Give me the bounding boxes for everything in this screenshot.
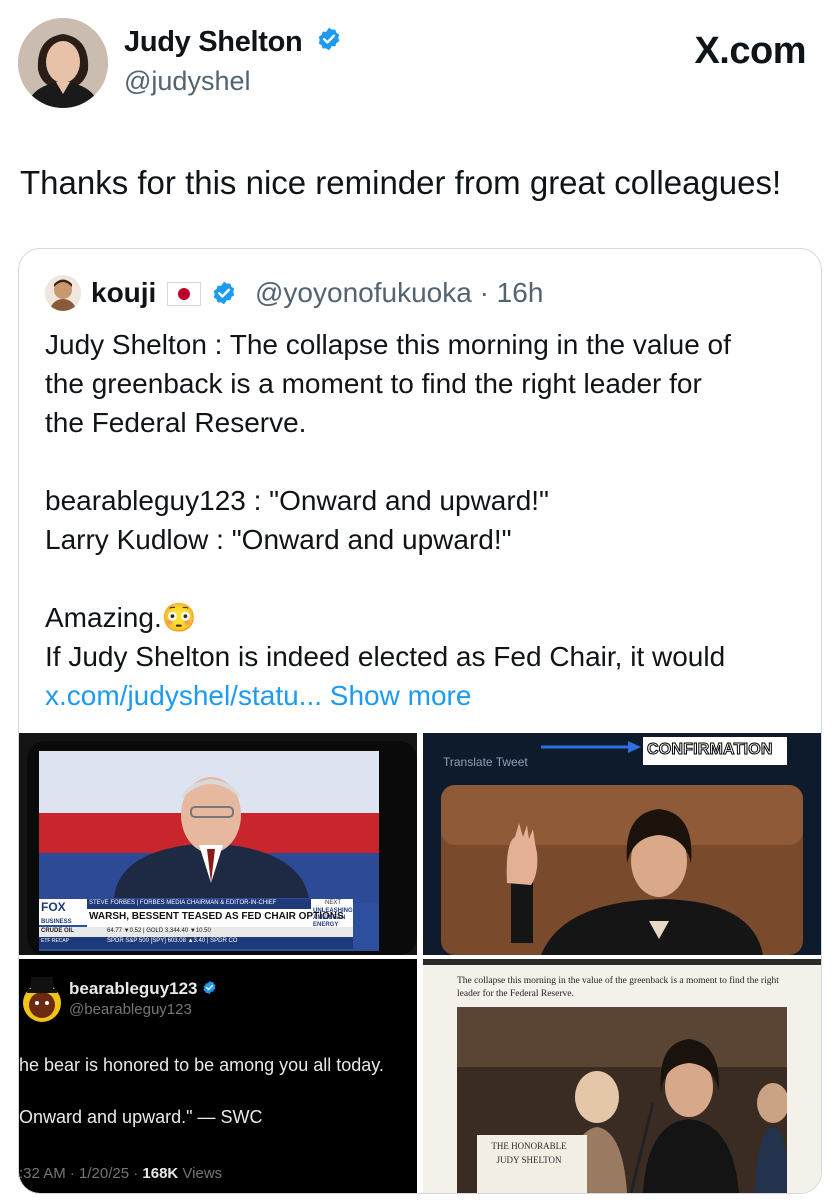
- flushed-emoji-icon: 😳: [161, 602, 197, 633]
- quote-line-amazing: Amazing.😳: [45, 598, 805, 637]
- tv-ticker-values: 64.77 ▼0.52 | GOLD 3,344.40 ▼10.50: [107, 928, 211, 934]
- quote-avatar[interactable]: [45, 275, 81, 311]
- author-handle[interactable]: @judyshel: [124, 66, 250, 97]
- bear-post-time: :32 AM · 1/20/25 ·: [19, 1165, 143, 1182]
- quote-line: the greenback is a moment to find the ri…: [45, 368, 702, 399]
- quote-author-handle[interactable]: @yoyonofukuoka: [255, 277, 472, 308]
- bear-post-name: bearableguy123: [69, 979, 217, 1000]
- tv-ticker-left: CRUDE OIL: [41, 928, 74, 934]
- quote-meta: @yoyonofukuoka · 16h: [255, 277, 543, 309]
- quote-line: Judy Shelton : The collapse this morning…: [45, 329, 731, 360]
- tv-network: FOX: [41, 900, 66, 914]
- media-bear-post-screenshot[interactable]: bearableguy123 @bearableguy123 he bear i…: [19, 959, 417, 1193]
- media-article-screenshot[interactable]: The collapse this morning in the value o…: [423, 959, 821, 1193]
- quoted-tweet-card[interactable]: kouji @yoyonofukuoka · 16h Judy Shelton …: [18, 248, 822, 1194]
- tv-ticker-name: STEVE FORBES | FORBES MEDIA CHAIRMAN & E…: [89, 900, 277, 906]
- nameplate: THE HONORABLE JUDY SHELTON: [479, 1139, 579, 1167]
- quote-author-name[interactable]: kouji: [91, 277, 156, 309]
- quote-line: the Federal Reserve.: [45, 407, 307, 438]
- tv-ticker-left-sub: ETF RECAP: [41, 938, 70, 944]
- nameplate-line2: JUDY SHELTON: [496, 1155, 562, 1165]
- tweet-text: Thanks for this nice reminder from great…: [20, 164, 782, 201]
- author-name-text: Judy Shelton: [124, 26, 303, 58]
- amazing-text: Amazing.: [45, 602, 162, 633]
- tv-network-logo: FOX BUSINESS: [41, 901, 72, 928]
- translate-tweet-label: Translate Tweet: [443, 755, 528, 769]
- quote-verified-badge-icon: [211, 280, 237, 311]
- bear-post-name-text: bearableguy123: [69, 979, 198, 998]
- tv-headline: WARSH, BESSENT TEASED AS FED CHAIR OPTIO…: [89, 911, 344, 922]
- article-caption: The collapse this morning in the value o…: [457, 976, 779, 999]
- quote-time[interactable]: 16h: [497, 277, 544, 308]
- author-name[interactable]: Judy Shelton: [124, 26, 342, 60]
- quote-line: Larry Kudlow : "Onward and upward!": [45, 524, 512, 555]
- bear-post-meta: :32 AM · 1/20/25 · 168K Views: [19, 1165, 222, 1182]
- tv-ticker-values2: SPDR S&P 500 [SPY] 603.08 ▲3.40 | SPDR C…: [107, 938, 238, 944]
- japan-flag-icon: [167, 282, 201, 306]
- bear-post-views-count: 168K: [142, 1165, 179, 1182]
- quote-link-line: x.com/judyshel/statu... Show more: [45, 676, 805, 715]
- bear-verified-badge-icon: [202, 980, 217, 1000]
- quote-avatar-photo: [45, 275, 81, 311]
- meta-separator: ·: [479, 277, 489, 308]
- tv-network-sub: BUSINESS: [41, 919, 72, 925]
- quote-line: If Judy Shelton is indeed elected as Fed…: [45, 641, 726, 672]
- media-tv-photo[interactable]: FOX BUSINESS STEVE FORBES | FORBES MEDIA…: [19, 733, 417, 955]
- bear-post-views-label: Views: [178, 1165, 223, 1182]
- media-confirmation-photo[interactable]: Translate Tweet CONFIRMATION: [423, 733, 821, 955]
- verified-badge-icon: [316, 26, 342, 60]
- tv-next-label: NEXT: [325, 900, 342, 906]
- quote-line: bearableguy123 : "Onward and upward!": [45, 485, 549, 516]
- status-link[interactable]: x.com/judyshel/statu...: [45, 680, 322, 711]
- confirmation-label: CONFIRMATION: [647, 741, 773, 759]
- tv-next-text: UNLEASHING AMERICAN ENERGY: [313, 908, 353, 928]
- article-cut-headline: [423, 959, 821, 965]
- bear-post-line2: Onward and upward." — SWC: [19, 1107, 263, 1127]
- quote-body: Judy Shelton : The collapse this morning…: [45, 325, 805, 715]
- show-more-link[interactable]: Show more: [330, 680, 472, 711]
- author-avatar[interactable]: [18, 18, 108, 108]
- avatar-photo: [18, 18, 108, 108]
- bear-avatar-icon: [23, 977, 61, 1022]
- bear-post-handle: @bearableguy123: [69, 1001, 192, 1018]
- bear-post-line1: he bear is honored to be among you all t…: [19, 1055, 384, 1075]
- nameplate-line1: THE HONORABLE: [491, 1141, 567, 1151]
- brand-logo: X.com: [694, 30, 806, 72]
